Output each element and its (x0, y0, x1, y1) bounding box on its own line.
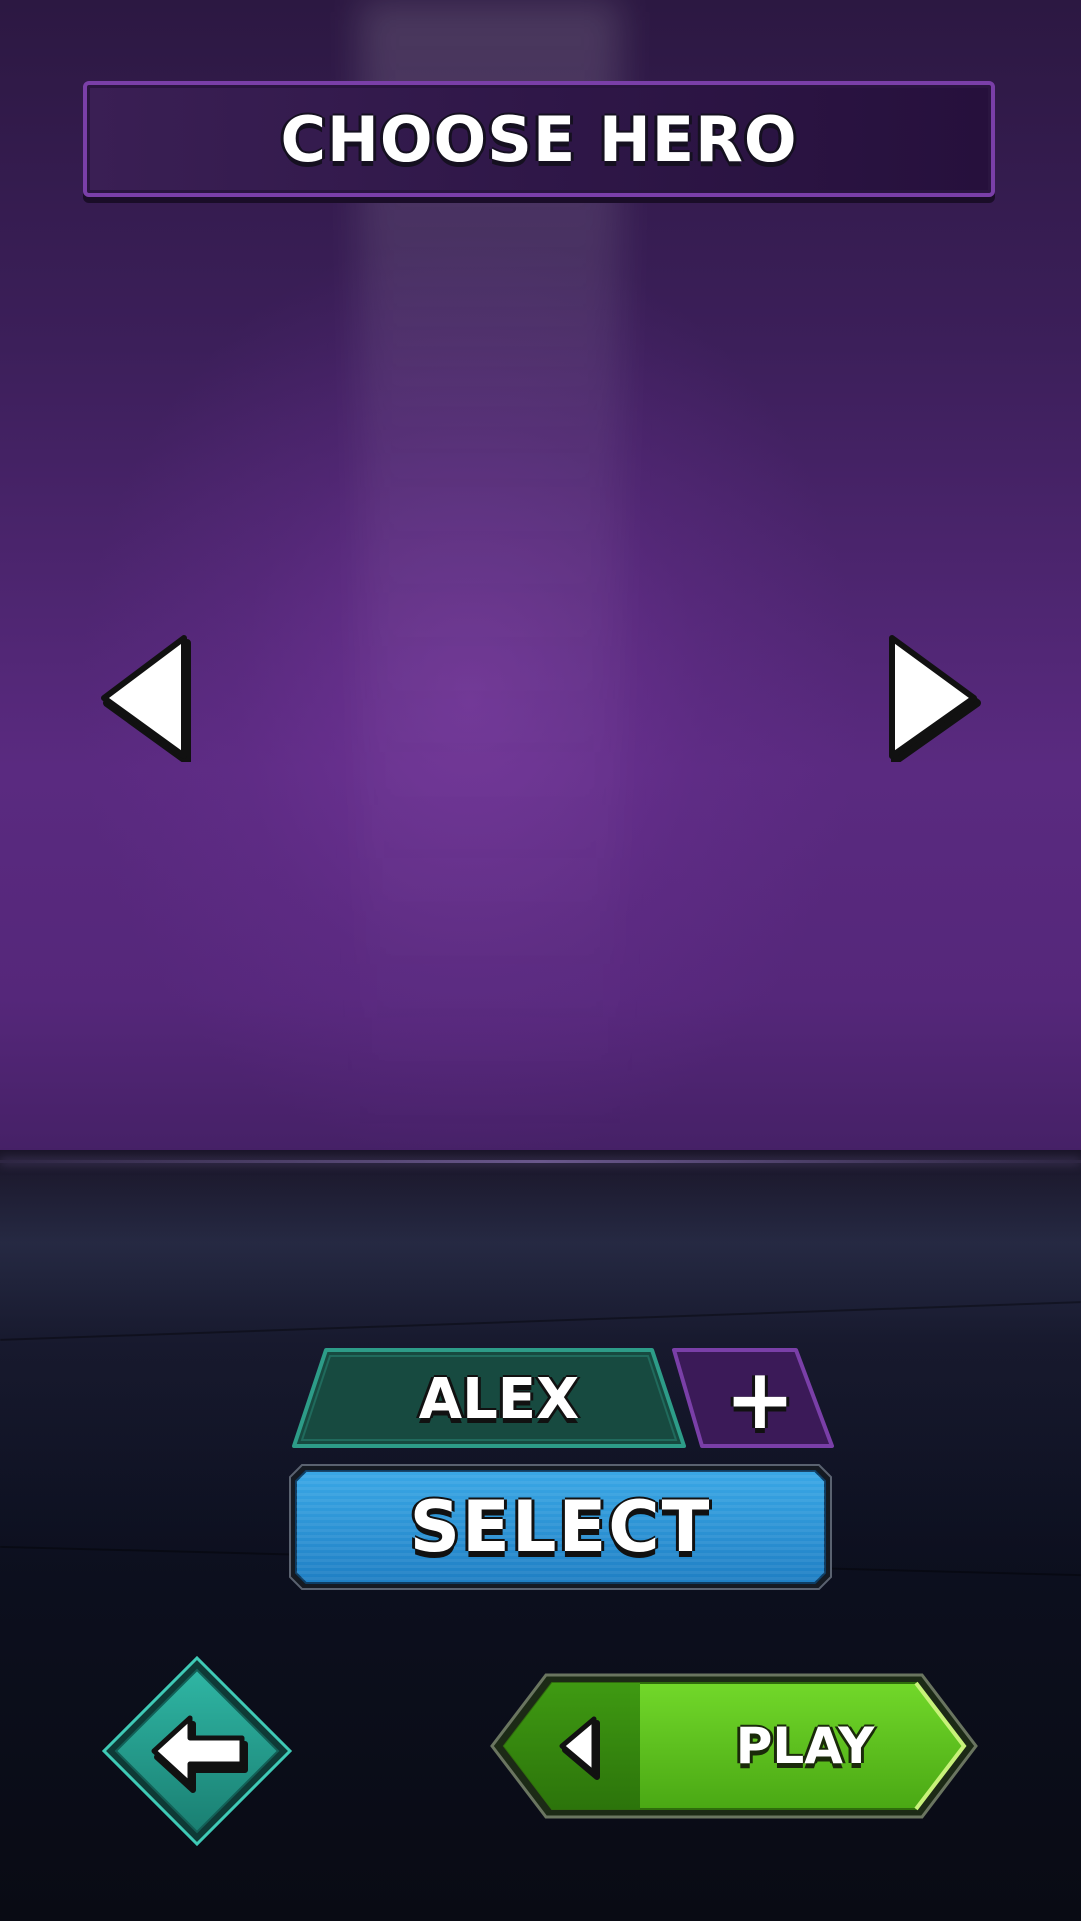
hero-name-tab[interactable]: ALEX (290, 1346, 688, 1452)
triangle-left-icon (101, 635, 191, 765)
hero-name: ALEX (418, 1366, 580, 1432)
back-button[interactable] (102, 1656, 292, 1846)
floor-horizon-line (0, 1160, 1081, 1163)
triangle-right-icon (889, 635, 981, 765)
play-button[interactable]: PLAY (490, 1673, 978, 1819)
back-button-shape (102, 1656, 292, 1846)
play-label: PLAY (735, 1717, 875, 1775)
add-hero-button[interactable]: + (668, 1346, 836, 1452)
hero-select-screen: CHOOSE HERO ALEX + SELECT PLAY (0, 0, 1081, 1921)
next-hero-button[interactable] (884, 632, 984, 765)
title-banner: CHOOSE HERO (83, 81, 995, 197)
select-button[interactable]: SELECT (288, 1463, 833, 1591)
select-label: SELECT (409, 1486, 712, 1568)
previous-hero-button[interactable] (98, 632, 198, 765)
plus-icon: + (724, 1350, 796, 1448)
page-title: CHOOSE HERO (280, 102, 798, 176)
